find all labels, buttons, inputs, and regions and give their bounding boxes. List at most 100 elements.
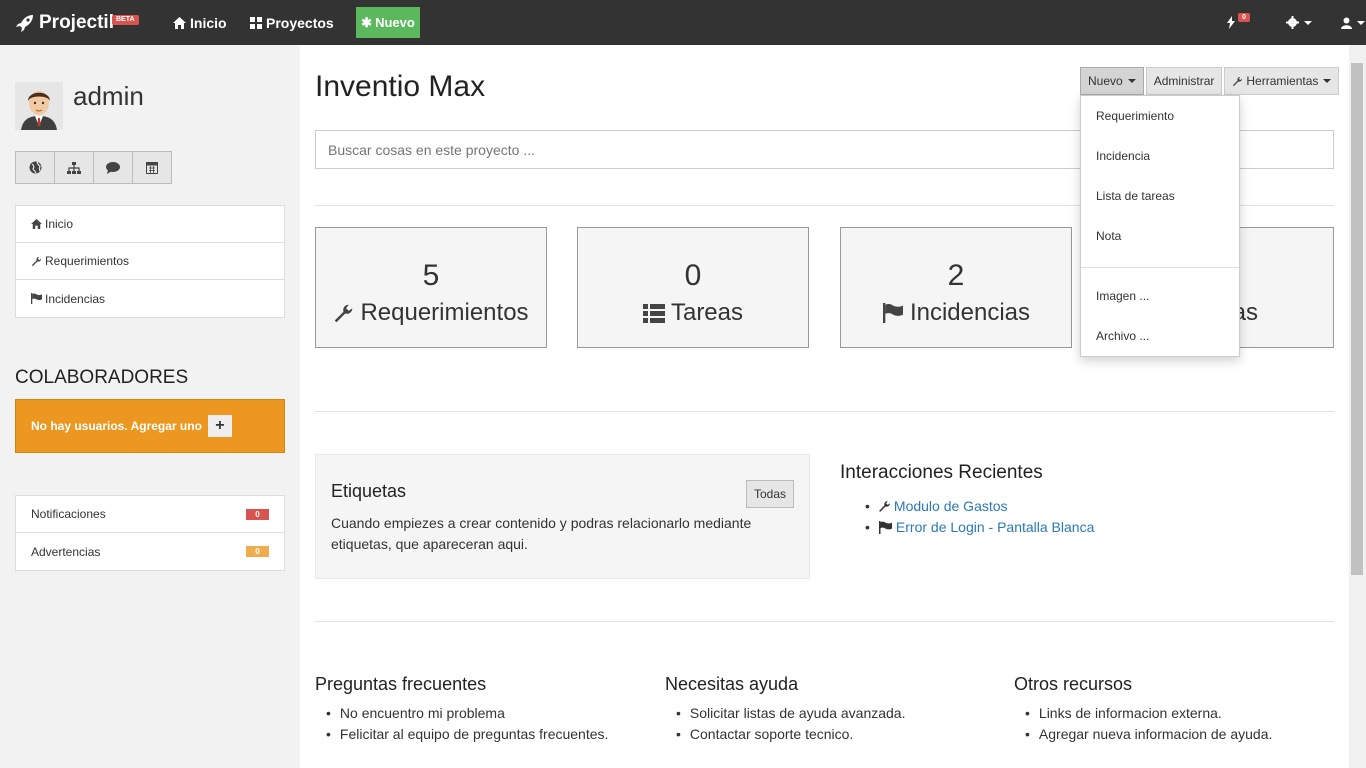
calendar-icon (146, 162, 158, 174)
vertical-scrollbar[interactable] (1349, 45, 1366, 768)
list-item[interactable]: Modulo de Gastos (865, 496, 1094, 517)
project-toolbar: Nuevo Administrar Herramientas (1078, 67, 1340, 95)
th-large-icon (250, 16, 262, 29)
footer-heading: Otros recursos (1014, 674, 1133, 694)
all-tags-button[interactable]: Todas (746, 480, 794, 508)
list-item[interactable]: Felicitar al equipo de preguntas frecuen… (340, 724, 609, 745)
flag-icon (882, 303, 903, 323)
flag-icon (31, 293, 42, 304)
sitemap-icon (67, 161, 81, 174)
collaborators-empty-text: No hay usuarios. Agregar uno (31, 419, 202, 433)
notifications-menu[interactable]: 0 (1227, 0, 1250, 45)
home-icon (31, 219, 42, 229)
stat-value: 0 (684, 259, 702, 292)
asterisk-icon: ✱ (361, 14, 373, 30)
recent-interactions-heading: Interacciones Recientes (840, 462, 1043, 483)
wrench-icon (31, 256, 42, 266)
stat-incidencias[interactable]: 2 Incidencias (840, 227, 1072, 348)
nav-home[interactable]: Inicio (173, 0, 227, 45)
globe-icon (29, 161, 41, 174)
comment-button[interactable] (93, 151, 133, 184)
menu-item-lista-de-tareas[interactable]: Lista de tareas (1096, 189, 1175, 203)
footer-faq: Preguntas frecuentes No encuentro mi pro… (315, 674, 608, 745)
avatar[interactable] (15, 82, 63, 130)
tools-dropdown-button[interactable]: Herramientas (1224, 67, 1340, 95)
wrench-icon (878, 501, 890, 512)
warnings-row[interactable]: Advertencias 0 (16, 533, 284, 570)
beta-badge: BETA (112, 15, 139, 25)
recent-link[interactable]: Error de Login - Pantalla Blanca (896, 517, 1094, 538)
bolt-icon (1227, 16, 1235, 29)
settings-menu[interactable] (1286, 0, 1312, 45)
stat-value: 2 (947, 259, 965, 292)
globe-button[interactable] (15, 151, 55, 184)
menu-item-imagen[interactable]: Imagen ... (1096, 289, 1149, 303)
warnings-label: Advertencias (31, 544, 101, 559)
menu-item-incidencia[interactable]: Incidencia (1096, 149, 1150, 163)
stat-label: Tareas (670, 299, 744, 326)
plus-icon: + (215, 417, 225, 434)
calendar-button[interactable] (132, 151, 172, 184)
nav-new-button[interactable]: ✱ Nuevo (356, 7, 420, 38)
chevron-down-icon (1304, 20, 1312, 25)
list-item[interactable]: Error de Login - Pantalla Blanca (865, 517, 1094, 538)
tags-panel: Etiquetas Todas Cuando empiezes a crear … (315, 454, 810, 579)
scrollbar-thumb[interactable] (1351, 63, 1363, 575)
footer-resources: Otros recursos Links de informacion exte… (1014, 674, 1272, 745)
user-icon (1341, 17, 1352, 29)
gear-icon (1286, 16, 1299, 29)
comment-icon (106, 161, 120, 174)
notifications-count-badge: 0 (246, 508, 269, 520)
sidebar-item-incidencias[interactable]: Incidencias (16, 280, 284, 317)
stat-tareas[interactable]: 0 Tareas (577, 227, 809, 348)
warnings-count-badge: 0 (246, 546, 269, 557)
sitemap-button[interactable] (54, 151, 94, 184)
new-dropdown-button[interactable]: Nuevo (1080, 67, 1144, 95)
notifications-badge: 0 (1238, 13, 1250, 22)
admin-button[interactable]: Administrar (1145, 67, 1223, 95)
notifications-row[interactable]: Notificaciones 0 (16, 496, 284, 533)
add-collaborator-button[interactable]: + (207, 415, 232, 437)
flag-icon (878, 521, 892, 534)
chevron-down-icon (1357, 20, 1365, 25)
sidebar-nav: Inicio Requerimientos Incidencias (15, 205, 285, 318)
footer-heading: Necesitas ayuda (665, 674, 799, 694)
list-item[interactable]: No encuentro mi problema (340, 703, 608, 724)
home-icon (173, 16, 186, 29)
sidebar-item-requerimientos[interactable]: Requerimientos (16, 243, 284, 280)
menu-divider (1081, 267, 1239, 268)
tags-title: Etiquetas (331, 481, 407, 501)
menu-item-nota[interactable]: Nota (1096, 229, 1121, 243)
sidebar-icon-toolbar (15, 151, 172, 184)
wrench-icon (335, 304, 353, 322)
recent-interactions-list: Modulo de Gastos Error de Login - Pantal… (865, 496, 1094, 538)
chevron-down-icon (1127, 79, 1136, 83)
brand-logo[interactable]: Projectil (15, 0, 114, 45)
stat-value: 5 (422, 259, 440, 292)
recent-link[interactable]: Modulo de Gastos (894, 496, 1008, 517)
rocket-icon (16, 14, 33, 32)
list-item[interactable]: Links de informacion externa. (1039, 703, 1272, 724)
collaborators-heading: COLABORADORES (15, 367, 189, 388)
menu-item-archivo[interactable]: Archivo ... (1096, 329, 1149, 343)
brand-name: Projectil (39, 11, 114, 33)
list-item[interactable]: Contactar soporte tecnico. (690, 724, 905, 745)
avatar-image (15, 82, 63, 130)
stat-label: Requerimientos (360, 299, 529, 326)
stat-requerimientos[interactable]: 5 Requerimientos (315, 227, 547, 348)
user-menu[interactable] (1341, 0, 1365, 45)
divider (315, 411, 1334, 412)
list-icon (642, 303, 665, 323)
list-item[interactable]: Solicitar listas de ayuda avanzada. (690, 703, 906, 724)
tags-empty-text: Cuando empiezes a crear contenido y podr… (331, 515, 752, 552)
nav-projects[interactable]: Proyectos (250, 0, 334, 45)
sidebar-item-inicio[interactable]: Inicio (16, 206, 284, 243)
footer-heading: Preguntas frecuentes (315, 674, 487, 694)
wrench-icon (1233, 76, 1243, 86)
new-dropdown-menu: Requerimiento Incidencia Lista de tareas… (1080, 95, 1240, 357)
footer-help: Necesitas ayuda Solicitar listas de ayud… (665, 674, 905, 745)
sidebar-item-label: Incidencias (45, 291, 106, 306)
menu-item-requerimiento[interactable]: Requerimiento (1096, 109, 1174, 123)
list-item[interactable]: Agregar nueva informacion de ayuda. (1039, 724, 1272, 745)
sidebar-item-label: Requerimientos (45, 254, 130, 268)
